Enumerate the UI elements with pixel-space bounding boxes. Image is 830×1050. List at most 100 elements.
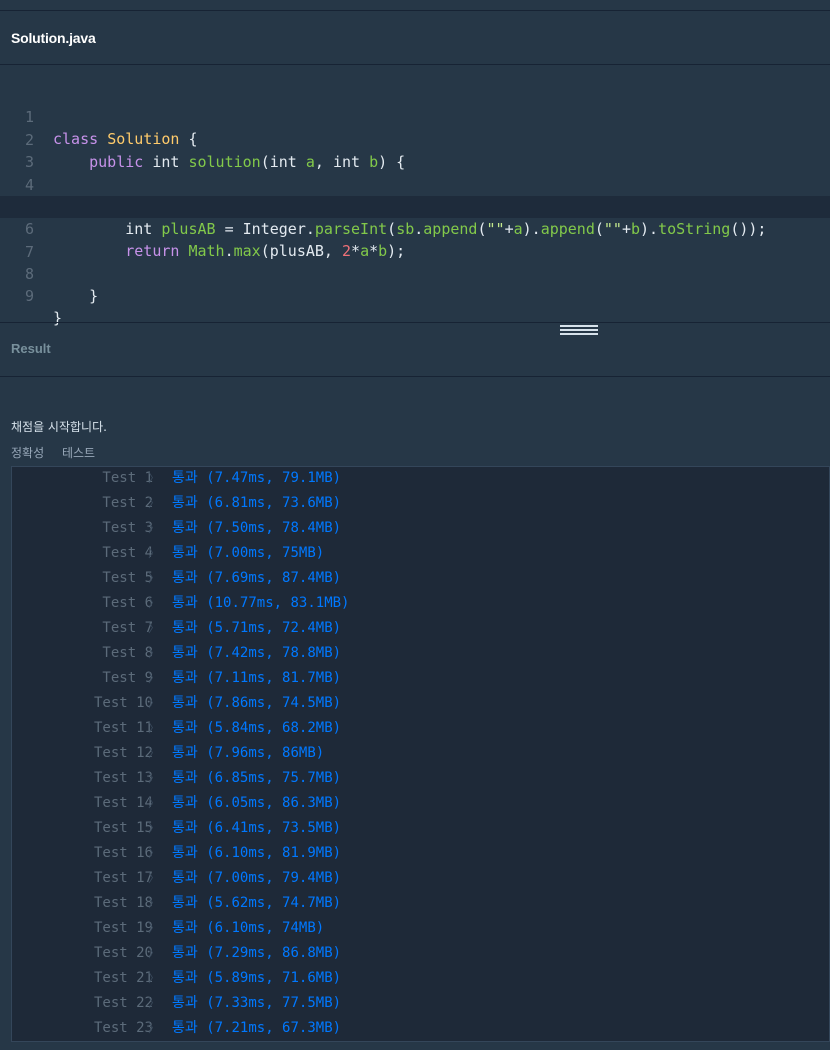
chevron-right-icon: 〉 bbox=[148, 896, 161, 910]
table-row: Test 9 〉 통과 (7.11ms, 81.7MB) bbox=[12, 666, 830, 691]
code-text: } bbox=[53, 287, 99, 305]
test-name: Test 18 bbox=[93, 895, 153, 911]
result-tabs: 정확성 테스트 bbox=[11, 444, 109, 461]
chevron-right-icon: 〉 bbox=[148, 471, 161, 485]
test-result: 통과 (5.89ms, 71.6MB) bbox=[172, 970, 342, 986]
table-row: Test 14 〉 통과 (6.05ms, 86.3MB) bbox=[12, 791, 830, 816]
table-row: Test 4 〉 통과 (7.00ms, 75MB) bbox=[12, 541, 830, 566]
test-name: Test 23 bbox=[93, 1020, 153, 1036]
chevron-right-icon: 〉 bbox=[148, 771, 161, 785]
test-name: Test 16 bbox=[93, 845, 153, 861]
test-result: 통과 (7.00ms, 79.4MB) bbox=[172, 870, 342, 886]
test-result: 통과 (7.29ms, 86.8MB) bbox=[172, 945, 342, 961]
test-name: Test 5 bbox=[102, 570, 153, 586]
file-tab-title: Solution.java bbox=[11, 30, 96, 46]
test-result: 통과 (6.10ms, 74MB) bbox=[172, 920, 325, 936]
test-name: Test 8 bbox=[102, 645, 153, 661]
tab-accuracy[interactable]: 정확성 bbox=[11, 446, 44, 460]
test-result: 통과 (6.85ms, 75.7MB) bbox=[172, 770, 342, 786]
test-result: 통과 (5.84ms, 68.2MB) bbox=[172, 720, 342, 736]
table-row: Test 17 〉 통과 (7.00ms, 79.4MB) bbox=[12, 866, 830, 891]
result-console: 채점을 시작합니다. 정확성 테스트 Test 1 〉 통과 (7.47ms, 79… bbox=[0, 378, 830, 1050]
code-line[interactable]: 7 bbox=[0, 219, 830, 261]
result-tab-title: Result bbox=[11, 341, 51, 356]
test-result: 통과 (6.41ms, 73.5MB) bbox=[172, 820, 342, 836]
code-line[interactable]: 9 } bbox=[0, 263, 830, 327]
code-line[interactable]: 1 class Solution { bbox=[0, 84, 830, 148]
table-row: Test 16 〉 통과 (6.10ms, 81.9MB) bbox=[12, 841, 830, 866]
test-name: Test 19 bbox=[93, 920, 153, 936]
code-line[interactable]: 5 int plusAB = Integer.parseInt(sb.appen… bbox=[0, 174, 830, 238]
code-editor[interactable]: 1 class Solution { 2 public int solution… bbox=[0, 66, 830, 327]
table-row: Test 22 〉 통과 (7.33ms, 77.5MB) bbox=[12, 991, 830, 1016]
chevron-right-icon: 〉 bbox=[148, 1021, 161, 1035]
test-name: Test 3 bbox=[102, 520, 153, 536]
chevron-right-icon: 〉 bbox=[148, 996, 161, 1010]
table-row: Test 13 〉 통과 (6.85ms, 75.7MB) bbox=[12, 766, 830, 791]
chevron-right-icon: 〉 bbox=[148, 646, 161, 660]
table-row: Test 1 〉 통과 (7.47ms, 79.1MB) bbox=[12, 466, 830, 491]
chevron-right-icon: 〉 bbox=[148, 571, 161, 585]
code-line[interactable]: 4 StringBuilder sb = new StringBuilder()… bbox=[0, 152, 830, 216]
test-name: Test 9 bbox=[102, 670, 153, 686]
table-row: Test 18 〉 통과 (5.62ms, 74.7MB) bbox=[12, 891, 830, 916]
table-row: Test 20 〉 통과 (7.29ms, 86.8MB) bbox=[12, 941, 830, 966]
test-name: Test 7 bbox=[102, 620, 153, 636]
tab-test[interactable]: 테스트 bbox=[62, 446, 95, 460]
test-result: 통과 (7.47ms, 79.1MB) bbox=[172, 470, 342, 486]
test-name: Test 2 bbox=[102, 495, 153, 511]
chevron-right-icon: 〉 bbox=[148, 871, 161, 885]
test-name: Test 17 bbox=[93, 870, 153, 886]
chevron-right-icon: 〉 bbox=[148, 696, 161, 710]
test-name: Test 22 bbox=[93, 995, 153, 1011]
chevron-right-icon: 〉 bbox=[148, 596, 161, 610]
table-row: Test 10 〉 통과 (7.86ms, 74.5MB) bbox=[12, 691, 830, 716]
table-row: Test 5 〉 통과 (7.69ms, 87.4MB) bbox=[12, 566, 830, 591]
table-row: Test 12 〉 통과 (7.96ms, 86MB) bbox=[12, 741, 830, 766]
chevron-right-icon: 〉 bbox=[148, 546, 161, 560]
chevron-right-icon: 〉 bbox=[148, 821, 161, 835]
test-result: 통과 (7.21ms, 67.3MB) bbox=[172, 1020, 342, 1036]
chevron-right-icon: 〉 bbox=[148, 621, 161, 635]
test-name: Test 20 bbox=[93, 945, 153, 961]
top-strip bbox=[0, 0, 830, 11]
table-row: Test 21 〉 통과 (5.89ms, 71.6MB) bbox=[12, 966, 830, 991]
test-result: 통과 (6.81ms, 73.6MB) bbox=[172, 495, 342, 511]
test-result: 통과 (7.86ms, 74.5MB) bbox=[172, 695, 342, 711]
code-line[interactable]: 2 public int solution(int a, int b) { bbox=[0, 107, 830, 171]
test-name: Test 13 bbox=[93, 770, 153, 786]
table-row: Test 7 〉 통과 (5.71ms, 72.4MB) bbox=[12, 616, 830, 641]
test-result: 통과 (5.62ms, 74.7MB) bbox=[172, 895, 342, 911]
test-result: 통과 (7.50ms, 78.4MB) bbox=[172, 520, 342, 536]
table-row: Test 3 〉 통과 (7.50ms, 78.4MB) bbox=[12, 516, 830, 541]
table-row: Test 2 〉 통과 (6.81ms, 73.6MB) bbox=[12, 491, 830, 516]
test-name: Test 21 bbox=[93, 970, 153, 986]
chevron-right-icon: 〉 bbox=[148, 971, 161, 985]
code-line[interactable]: 3 bbox=[0, 129, 830, 171]
table-row: Test 23 〉 통과 (7.21ms, 67.3MB) bbox=[12, 1016, 830, 1041]
test-name: Test 4 bbox=[102, 545, 153, 561]
chevron-right-icon: 〉 bbox=[148, 496, 161, 510]
resize-handle-icon[interactable] bbox=[560, 325, 598, 336]
file-tab[interactable]: Solution.java bbox=[0, 11, 830, 65]
table-row: Test 6 〉 통과 (10.77ms, 83.1MB) bbox=[12, 591, 830, 616]
table-row: Test 11 〉 통과 (5.84ms, 68.2MB) bbox=[12, 716, 830, 741]
test-result: 통과 (10.77ms, 83.1MB) bbox=[172, 595, 350, 611]
chevron-right-icon: 〉 bbox=[148, 721, 161, 735]
test-name: Test 12 bbox=[93, 745, 153, 761]
test-result: 통과 (7.69ms, 87.4MB) bbox=[172, 570, 342, 586]
table-row: Test 15 〉 통과 (6.41ms, 73.5MB) bbox=[12, 816, 830, 841]
test-result: 통과 (5.71ms, 72.4MB) bbox=[172, 620, 342, 636]
result-tab[interactable]: Result bbox=[0, 323, 830, 377]
chevron-right-icon: 〉 bbox=[148, 921, 161, 935]
test-result: 통과 (7.11ms, 81.7MB) bbox=[172, 670, 342, 686]
test-name: Test 6 bbox=[102, 595, 153, 611]
chevron-right-icon: 〉 bbox=[148, 671, 161, 685]
chevron-right-icon: 〉 bbox=[148, 846, 161, 860]
code-line-active[interactable]: 6 return Math.max(plusAB, 2*a*b); bbox=[0, 196, 830, 260]
code-line[interactable]: 8 } bbox=[0, 241, 830, 305]
test-name: Test 10 bbox=[93, 695, 153, 711]
chevron-right-icon: 〉 bbox=[148, 746, 161, 760]
chevron-right-icon: 〉 bbox=[148, 946, 161, 960]
test-results-table: Test 1 〉 통과 (7.47ms, 79.1MB) Test 2 〉 통과 (6.8… bbox=[11, 466, 830, 1042]
